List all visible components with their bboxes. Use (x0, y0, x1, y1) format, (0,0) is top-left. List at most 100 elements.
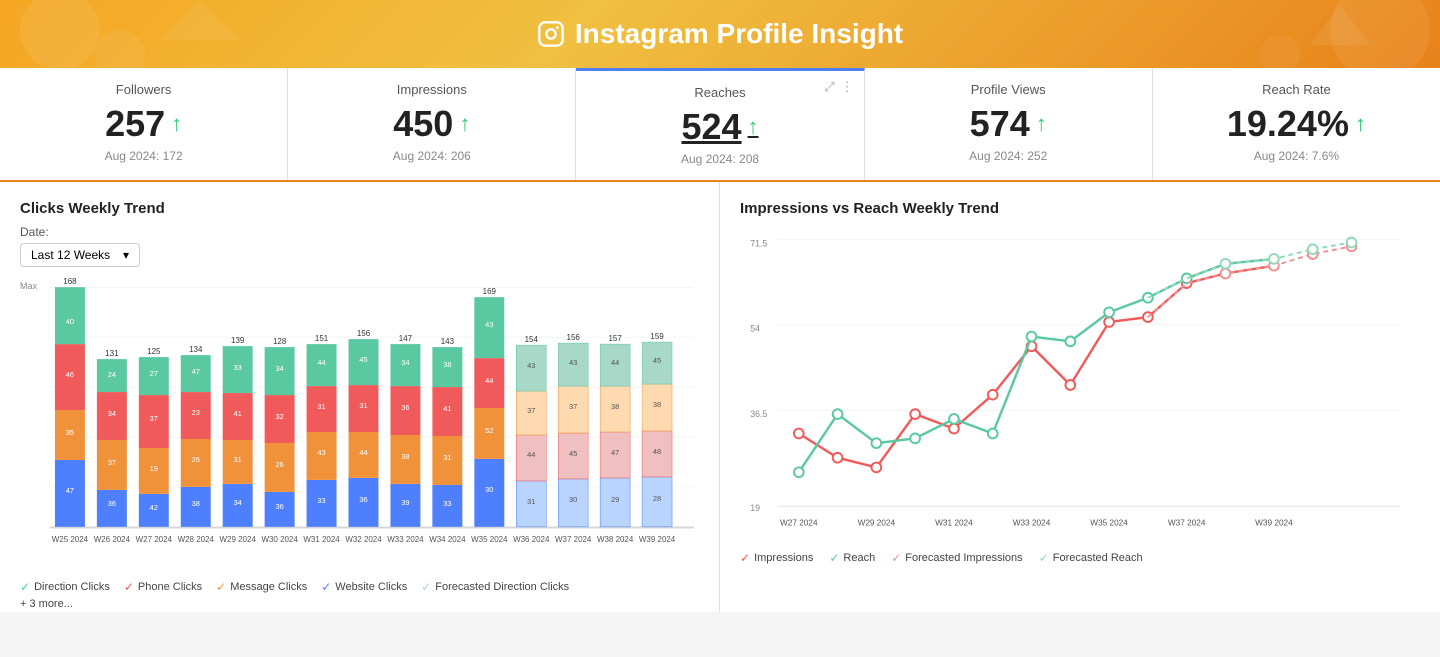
svg-text:Max: Max (20, 281, 37, 291)
svg-text:W30 2024: W30 2024 (261, 535, 298, 544)
svg-text:34: 34 (275, 364, 283, 373)
svg-text:W33 2024: W33 2024 (1013, 519, 1051, 528)
svg-text:37: 37 (150, 414, 158, 423)
bar-w34: 143 38 41 31 33 W34 2024 (429, 337, 466, 544)
clicks-chart-title: Clicks Weekly Trend (20, 200, 699, 217)
legend-forecasted-reach: ✓ Forecasted Reach (1039, 551, 1143, 565)
more-icon[interactable]: ⋮ (841, 79, 854, 95)
svg-text:W28 2024: W28 2024 (178, 535, 215, 544)
stat-profile-views-label: Profile Views (885, 82, 1132, 97)
bar-w37: 156 43 37 45 30 W37 2024 (555, 333, 592, 544)
svg-text:45: 45 (359, 355, 367, 364)
svg-text:154: 154 (525, 335, 539, 344)
legend-reach: ✓ Reach (829, 551, 875, 565)
svg-text:48: 48 (653, 447, 661, 456)
svg-text:36: 36 (108, 499, 116, 508)
stat-reaches-label: Reaches (596, 85, 843, 100)
svg-text:40: 40 (66, 317, 74, 326)
stat-reaches: ⤢ ⋮ Reaches 524 ↑ Aug 2024: 208 (576, 68, 864, 180)
svg-text:23: 23 (192, 408, 200, 417)
stat-impressions: Impressions 450 ↑ Aug 2024: 206 (288, 68, 576, 180)
svg-text:45: 45 (569, 449, 577, 458)
header-title: Instagram Profile Insight (0, 18, 1440, 50)
stat-followers: Followers 257 ↑ Aug 2024: 172 (0, 68, 288, 180)
stat-reaches-value: 524 ↑ (596, 106, 843, 148)
right-panel: Impressions vs Reach Weekly Trend 71.5 5… (720, 182, 1440, 612)
svg-text:47: 47 (66, 486, 74, 495)
svg-text:W36 2024: W36 2024 (513, 535, 550, 544)
svg-text:W25 2024: W25 2024 (52, 535, 89, 544)
date-label: Date: (20, 225, 699, 239)
stat-reach-rate-label: Reach Rate (1173, 82, 1420, 97)
svg-text:W39 2024: W39 2024 (639, 535, 676, 544)
stat-reach-rate-prev: Aug 2024: 7.6% (1173, 149, 1420, 163)
reach-rate-arrow: ↑ (1355, 111, 1366, 137)
svg-text:W38 2024: W38 2024 (597, 535, 634, 544)
svg-text:34: 34 (234, 498, 242, 507)
svg-text:43: 43 (527, 361, 535, 370)
svg-text:31: 31 (443, 453, 451, 462)
svg-text:34: 34 (401, 358, 409, 367)
svg-text:159: 159 (650, 332, 664, 341)
svg-text:134: 134 (189, 345, 203, 354)
check-icon-forecast: ✓ (421, 580, 431, 594)
stat-reaches-prev: Aug 2024: 208 (596, 152, 843, 166)
svg-text:45: 45 (653, 356, 661, 365)
svg-text:W39 2024: W39 2024 (1255, 519, 1293, 528)
stat-impressions-value: 450 ↑ (308, 103, 555, 145)
date-select[interactable]: Last 12 Weeks ▾ (20, 243, 140, 267)
bar-w32: 156 45 31 44 36 W32 2024 (345, 329, 382, 544)
svg-text:44: 44 (611, 358, 619, 367)
header: Instagram Profile Insight (0, 0, 1440, 68)
profile-views-arrow: ↑ (1036, 111, 1047, 137)
svg-text:37: 37 (108, 458, 116, 467)
svg-text:54: 54 (750, 324, 760, 334)
bar-w30: 128 34 32 26 36 W30 2024 (261, 337, 298, 544)
svg-text:33: 33 (234, 363, 242, 372)
content-row: Clicks Weekly Trend Date: Last 12 Weeks … (0, 182, 1440, 612)
svg-text:37: 37 (527, 406, 535, 415)
bar-w39: 159 45 38 48 28 W39 2024 (639, 332, 676, 544)
reaches-actions: ⤢ ⋮ (824, 79, 853, 95)
bar-w33: 147 34 36 38 39 W33 2024 (387, 334, 424, 544)
svg-text:30: 30 (485, 485, 493, 494)
expand-icon[interactable]: ⤢ (824, 79, 834, 95)
legend-website-clicks: ✓ Website Clicks (321, 580, 407, 594)
svg-text:32: 32 (275, 412, 283, 421)
svg-text:131: 131 (105, 349, 119, 358)
svg-text:W37 2024: W37 2024 (555, 535, 592, 544)
svg-text:31: 31 (527, 497, 535, 506)
check-icon-reach: ✓ (829, 551, 839, 565)
svg-text:30: 30 (569, 495, 577, 504)
stat-profile-views-value: 574 ↑ (885, 103, 1132, 145)
bar-w27: 125 27 37 19 42 W27 2024 (136, 347, 173, 544)
svg-text:38: 38 (443, 360, 451, 369)
svg-text:44: 44 (485, 376, 493, 385)
check-icon-phone: ✓ (124, 580, 134, 594)
svg-text:168: 168 (63, 277, 77, 286)
svg-text:19: 19 (750, 503, 760, 513)
svg-text:52: 52 (485, 426, 493, 435)
stat-followers-prev: Aug 2024: 172 (20, 149, 267, 163)
stats-row: Followers 257 ↑ Aug 2024: 172 Impression… (0, 68, 1440, 182)
svg-text:31: 31 (359, 401, 367, 410)
svg-text:169: 169 (483, 287, 497, 296)
bar-w29: 139 33 41 31 34 W29 2024 (220, 336, 257, 544)
svg-text:34: 34 (108, 409, 116, 418)
legend-direction-clicks: ✓ Direction Clicks (20, 580, 110, 594)
svg-text:W29 2024: W29 2024 (858, 519, 896, 528)
reaches-arrow: ↑ (748, 114, 759, 140)
chart-legend: ✓ Direction Clicks ✓ Phone Clicks ✓ Mess… (20, 580, 699, 594)
legend-phone-clicks: ✓ Phone Clicks (124, 580, 202, 594)
svg-text:19: 19 (150, 464, 158, 473)
svg-text:47: 47 (192, 367, 200, 376)
right-chart-legend: ✓ Impressions ✓ Reach ✓ Forecasted Impre… (740, 551, 1420, 565)
stat-followers-label: Followers (20, 82, 267, 97)
legend-impressions: ✓ Impressions (740, 551, 813, 565)
svg-text:46: 46 (66, 370, 74, 379)
svg-text:35: 35 (66, 428, 74, 437)
svg-text:W27 2024: W27 2024 (136, 535, 173, 544)
svg-text:26: 26 (275, 460, 283, 469)
svg-text:27: 27 (150, 369, 158, 378)
svg-text:W31 2024: W31 2024 (303, 535, 340, 544)
